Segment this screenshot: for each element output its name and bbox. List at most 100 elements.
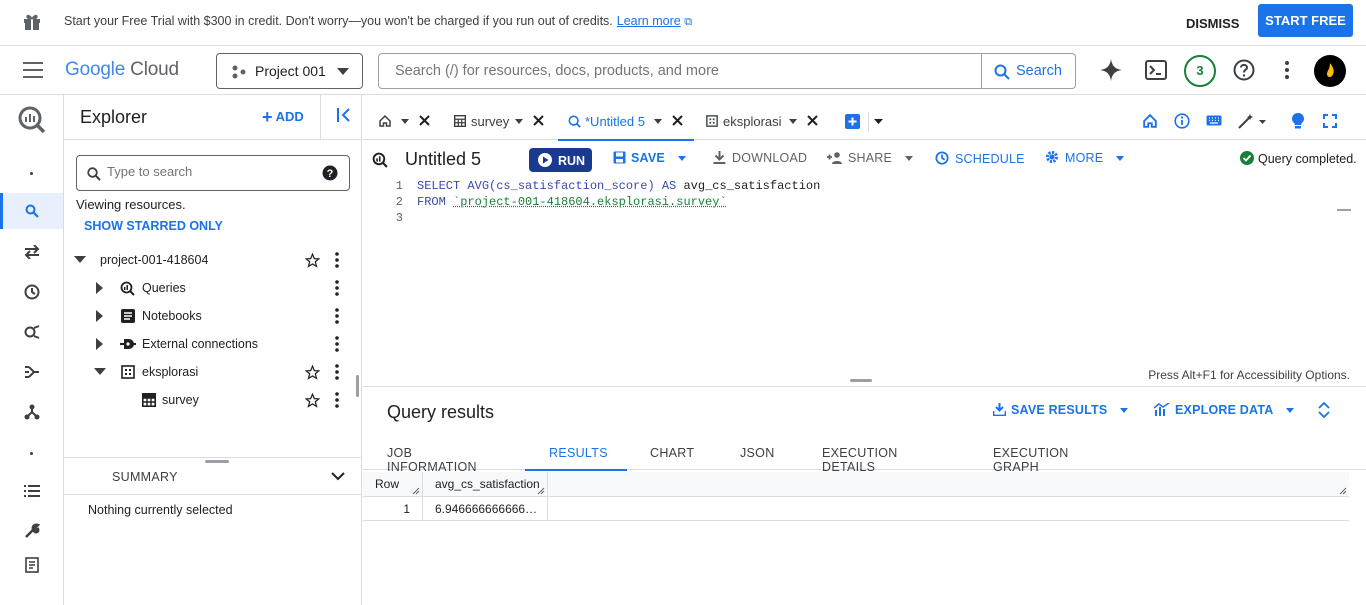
resize-handle-icon[interactable] [537,487,545,495]
nav-tools-item[interactable] [0,513,63,549]
column-header-avg[interactable]: avg_cs_satisfaction [423,472,548,496]
main-menu-icon[interactable] [23,61,45,79]
expand-down-icon[interactable] [74,256,86,264]
table-row[interactable]: 1 6.946666666666… [363,497,1349,521]
google-cloud-logo[interactable]: Google Cloud [65,59,179,81]
tree-project[interactable]: project-001-418604 [64,246,354,274]
explore-data-button[interactable]: EXPLORE DATA [1154,403,1294,417]
more-vert-icon[interactable] [335,252,339,268]
star-icon[interactable] [305,393,320,408]
dismiss-button[interactable]: DISMISS [1176,11,1249,35]
nav-search-item[interactable] [0,193,63,229]
fullscreen-icon[interactable] [1323,114,1337,128]
resize-handle-icon[interactable] [412,487,420,495]
query-title[interactable]: Untitled 5 [405,149,481,170]
nav-list-item[interactable] [0,473,63,509]
check-circle-icon [1240,151,1254,165]
chevron-down-icon[interactable] [401,119,409,124]
chevron-down-icon[interactable] [515,119,523,124]
lightbulb-icon[interactable] [1292,113,1304,129]
learn-more-link[interactable]: Learn more [617,14,681,28]
star-icon[interactable] [305,253,320,268]
explorer-search[interactable]: ? [76,155,350,191]
chevron-down-icon[interactable] [789,119,797,124]
sql-editor[interactable]: 1 2 3 SELECT AVG(cs_satisfaction_score) … [363,178,1366,386]
line-number: 2 [395,195,403,209]
nav-scheduled-item[interactable] [0,274,63,310]
search-input[interactable] [378,53,982,89]
nav-lineage-item[interactable] [0,394,63,430]
help-icon[interactable]: ? [322,165,338,181]
project-picker[interactable]: Project 001 [216,53,363,89]
schedule-button[interactable]: SCHEDULE [935,151,1025,166]
expand-collapse-icon[interactable] [1318,402,1330,418]
close-icon[interactable] [533,115,544,126]
sql-table-ref[interactable]: `project-001-418604.eksplorasi.survey` [453,195,727,209]
help-icon[interactable] [1233,59,1255,81]
tree-queries[interactable]: Queries [64,274,354,302]
star-icon[interactable] [305,365,320,380]
value-cell[interactable]: 6.946666666666… [423,497,548,520]
close-icon[interactable] [419,115,430,126]
tree-scrollbar[interactable] [356,375,359,397]
chevron-down-icon[interactable] [654,119,662,124]
summary-section[interactable]: SUMMARY [64,457,361,495]
keyboard-icon[interactable] [1206,115,1222,126]
nav-dot-1[interactable] [0,155,63,191]
expand-right-icon[interactable] [96,338,104,350]
tab-results[interactable]: RESULTS [525,436,627,471]
info-icon[interactable] [1174,113,1190,129]
start-free-button[interactable]: START FREE [1258,4,1353,37]
tree-table-survey[interactable]: survey [64,386,354,414]
more-vert-icon[interactable] [1284,60,1290,80]
download-button[interactable]: DOWNLOAD [713,151,807,165]
expand-right-icon[interactable] [96,310,104,322]
more-vert-icon[interactable] [335,364,339,380]
save-results-button[interactable]: SAVE RESULTS [993,403,1129,417]
tree-external-connections[interactable]: External connections [64,330,354,358]
more-vert-icon[interactable] [335,392,339,408]
bigquery-logo-icon[interactable] [17,105,47,135]
cloud-shell-icon[interactable] [1145,60,1167,80]
tab-eksplorasi[interactable]: eksplorasi [701,102,825,140]
magic-wand-icon[interactable] [1238,113,1266,129]
nav-dot-2[interactable] [0,435,63,471]
nav-analytics-hub-item[interactable] [0,314,63,350]
close-icon[interactable] [807,115,818,126]
more-vert-icon[interactable] [335,336,339,352]
search-button[interactable]: Search [981,53,1076,89]
home-icon[interactable] [1143,114,1157,128]
more-vert-icon[interactable] [335,308,339,324]
editor-resize-handle[interactable] [850,379,872,382]
resize-handle-icon[interactable] [1339,487,1347,495]
explore-data-label: EXPLORE DATA [1175,403,1274,417]
gemini-sparkle-icon[interactable] [1099,58,1123,82]
nav-release-notes-item[interactable] [0,547,63,583]
tab-untitled-5[interactable]: *Untitled 5 [558,102,694,141]
code-area[interactable]: SELECT AVG(cs_satisfaction_score) AS avg… [417,178,1333,364]
more-vert-icon[interactable] [335,280,339,296]
show-starred-only-button[interactable]: SHOW STARRED ONLY [84,219,223,233]
tree-notebooks[interactable]: Notebooks [64,302,354,330]
collapse-panel-icon[interactable] [336,108,352,122]
save-button[interactable]: SAVE [613,151,686,165]
more-button[interactable]: MORE [1045,150,1124,165]
search-icon [994,64,1010,80]
run-button[interactable]: RUN [529,148,592,172]
tab-survey[interactable]: survey [447,102,549,140]
add-button[interactable]: + ADD [262,107,304,128]
new-query-icon[interactable] [845,114,860,129]
avatar[interactable] [1314,55,1346,87]
expand-down-icon[interactable] [94,368,106,376]
share-button[interactable]: SHARE [827,151,913,165]
chevron-down-icon[interactable] [331,472,345,481]
nav-dataform-item[interactable] [0,354,63,390]
tab-home[interactable] [371,102,439,140]
tree-dataset-eksplorasi[interactable]: eksplorasi [64,358,354,386]
close-icon[interactable] [672,115,683,126]
explorer-search-input[interactable] [107,164,307,179]
expand-right-icon[interactable] [96,282,104,294]
notifications-badge[interactable]: 3 [1184,55,1216,87]
nav-data-transfer-item[interactable] [0,234,63,270]
chevron-down-icon[interactable] [874,119,883,124]
